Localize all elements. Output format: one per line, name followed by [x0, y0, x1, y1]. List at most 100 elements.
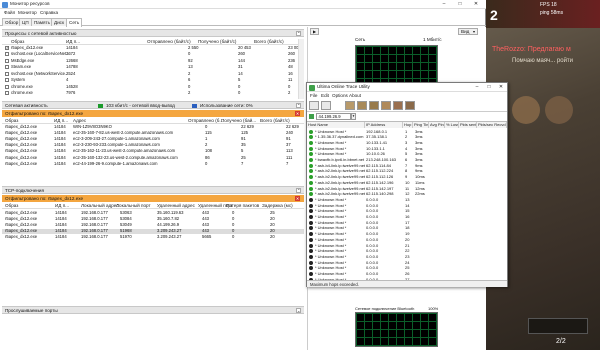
col-sent[interactable]: Отправлено (байт/с): [147, 39, 191, 45]
tab-network[interactable]: Сеть: [66, 18, 83, 27]
col-latency[interactable]: Задержка (мс): [262, 203, 293, 209]
process-checkbox[interactable]: [5, 45, 9, 50]
network-row[interactable]: r5apex_dx12.exe 14184 ec2-44-199-26-9.comp…: [2, 161, 304, 167]
menu-help[interactable]: Справка: [40, 10, 58, 16]
menu-options[interactable]: Options: [332, 93, 348, 99]
minimize-button[interactable]: –: [471, 83, 483, 92]
tab-cpu[interactable]: ЦП: [19, 18, 32, 26]
network-row[interactable]: r5apex_dx12.exe 14184 ec2-3-230-93-233.com…: [2, 143, 304, 149]
collapse-icon[interactable]: ⌃: [296, 31, 301, 37]
col-pid[interactable]: ИД п...: [55, 203, 69, 209]
col-total[interactable]: Всего (байт/с): [254, 39, 284, 45]
menu-file[interactable]: Файл: [4, 10, 15, 16]
process-recv: 0: [238, 90, 241, 96]
col-packet-loss[interactable]: Потеря пакетов: [226, 203, 259, 209]
process-row[interactable]: svchost.exe (LocalServiceNet... 3672 0 260 2…: [2, 51, 304, 58]
col-sent[interactable]: Отправлено (б...: [188, 118, 223, 124]
maximize-button[interactable]: □: [454, 0, 466, 9]
process-checkbox[interactable]: [5, 71, 9, 76]
col-recv[interactable]: Получено (байт/с): [198, 39, 236, 45]
col-local-addr[interactable]: Локальный адрес: [81, 203, 119, 209]
col-image[interactable]: Образ: [5, 118, 18, 124]
tab-memory[interactable]: Память: [31, 18, 53, 26]
collapse-icon[interactable]: ⌃: [296, 103, 301, 109]
address-input[interactable]: 44.199.26.9: [316, 113, 351, 120]
col-ip-address[interactable]: IP Address: [365, 122, 403, 128]
col-local-port[interactable]: Локальный порт: [116, 203, 151, 209]
menu-monitor[interactable]: Монитор: [18, 10, 37, 16]
trace-ping: 12ms: [415, 185, 425, 191]
clear-filter-icon[interactable]: ✕: [295, 195, 300, 201]
tcp-local-addr: 192.168.0.177: [81, 215, 108, 221]
processes-section-header[interactable]: Процессы с сетевой активностью ⌃: [2, 29, 304, 37]
character-icon[interactable]: [369, 101, 379, 110]
character-icon[interactable]: [357, 101, 367, 110]
process-checkbox[interactable]: [5, 84, 9, 89]
close-button[interactable]: ✕: [470, 0, 482, 9]
network-row[interactable]: r5apex_dx12.exe 14184 ec2-35-160-132-23.us…: [2, 155, 304, 161]
col-address[interactable]: Адрес: [73, 118, 86, 124]
close-button[interactable]: ✕: [495, 83, 507, 92]
col-ping-time[interactable]: Ping Time: [413, 122, 429, 128]
network-sent: 0: [205, 160, 208, 166]
menu-about[interactable]: About: [349, 93, 361, 99]
process-row[interactable]: Steam.exe 14788 13 31 48: [2, 64, 304, 71]
col-avg-ping[interactable]: Avg Ping: [429, 122, 445, 128]
col-host-name[interactable]: Host Name: [307, 122, 365, 128]
process-row[interactable]: System 4 6 5 11: [2, 77, 304, 84]
network-row[interactable]: r5apex_dx12.exe 14184 ec2-3-209-243-27.com…: [2, 136, 304, 142]
col-loss[interactable]: % Loss: [445, 122, 459, 128]
process-checkbox[interactable]: [5, 91, 9, 95]
process-name: chrome.exe: [11, 83, 33, 89]
expand-icon[interactable]: ⌄: [296, 308, 301, 314]
col-pid[interactable]: ИД п...: [66, 39, 80, 45]
maximize-button[interactable]: □: [483, 83, 495, 92]
tcp-row[interactable]: r5apex_dx12.exe 14184 192.168.0.177 51970 3.…: [2, 235, 304, 241]
col-remote-addr[interactable]: Удаленный адрес: [157, 203, 195, 209]
col-pid[interactable]: ИД п...: [54, 118, 68, 124]
col-image[interactable]: Образ: [5, 203, 18, 209]
col-hop[interactable]: Hop: [403, 122, 413, 128]
legend-green-swatch: [98, 103, 103, 108]
col-pkts-sent[interactable]: Pkts sent: [459, 122, 477, 128]
tcp-row[interactable]: r5apex_dx12.exe 14184 192.168.0.177 53049 44…: [2, 222, 304, 228]
tcp-row[interactable]: r5apex_dx12.exe 14184 192.168.0.177 51968 3.…: [2, 229, 304, 235]
menu-file[interactable]: File: [310, 93, 317, 99]
process-checkbox[interactable]: [5, 52, 9, 56]
col-pkts-recvd[interactable]: Pkts/sec Recvd: [477, 122, 507, 128]
minimize-button[interactable]: –: [438, 0, 450, 9]
network-activity-section-header[interactable]: Сетевая активность 103 кбит/с - сетевой …: [2, 101, 304, 109]
listening-ports-section-header[interactable]: Прослушиваемые порты ⌄: [2, 306, 304, 314]
view-dropdown[interactable]: Вид ▾: [458, 28, 478, 35]
network-row[interactable]: r5apex_dx12.exe 14184 WIN-1Z9V8O3N9KO 0 22 6…: [2, 124, 304, 130]
network-row[interactable]: r5apex_dx12.exe 14184 ec2-35-160-7-82.us-w…: [2, 130, 304, 136]
start-trace-icon[interactable]: [309, 101, 319, 110]
col-recv[interactable]: Получено (бай...: [221, 118, 256, 124]
tcp-row[interactable]: r5apex_dx12.exe 14184 192.168.0.177 53084 35…: [2, 216, 304, 222]
process-checkbox[interactable]: [5, 65, 9, 69]
collapse-icon[interactable]: ⌃: [296, 188, 301, 194]
menu-edit[interactable]: Edit: [321, 93, 329, 99]
process-checkbox[interactable]: [5, 78, 9, 82]
expand-panel-icon[interactable]: ▶: [310, 28, 319, 35]
col-image[interactable]: Образ: [11, 39, 24, 45]
processes-scrollbar[interactable]: [298, 39, 304, 99]
character-icon[interactable]: [393, 101, 403, 110]
character-icon[interactable]: [405, 101, 415, 110]
network-row[interactable]: r5apex_dx12.exe 14184 ec2-35-162-11-23.us-…: [2, 149, 304, 155]
process-row[interactable]: svchost.exe (NetworkService... 2524 2 14 16: [2, 71, 304, 77]
tcp-row[interactable]: r5apex_dx12.exe 14184 192.168.0.177 53063 35…: [2, 210, 304, 216]
character-icon[interactable]: [345, 101, 355, 110]
clear-filter-icon[interactable]: ✕: [295, 110, 300, 116]
tcp-section-header[interactable]: TCP-подключения ⌃: [2, 186, 304, 194]
address-dropdown-icon[interactable]: ▾: [351, 113, 356, 120]
process-row[interactable]: MsEdge.exe 12668 92 144 236: [2, 58, 304, 64]
process-row[interactable]: r5apex_dx12.exe141842 55020 45323 003: [2, 45, 304, 51]
character-icon[interactable]: [381, 101, 391, 110]
stop-trace-icon[interactable]: [321, 101, 331, 110]
process-checkbox[interactable]: [5, 58, 9, 63]
process-row[interactable]: chrome.exe 7976 2 0 2: [2, 90, 304, 97]
tab-disk[interactable]: Диск: [51, 18, 67, 26]
process-row[interactable]: chrome.exe 14528 0 0 0: [2, 84, 304, 90]
col-total[interactable]: Всего (байт/с): [260, 118, 290, 124]
